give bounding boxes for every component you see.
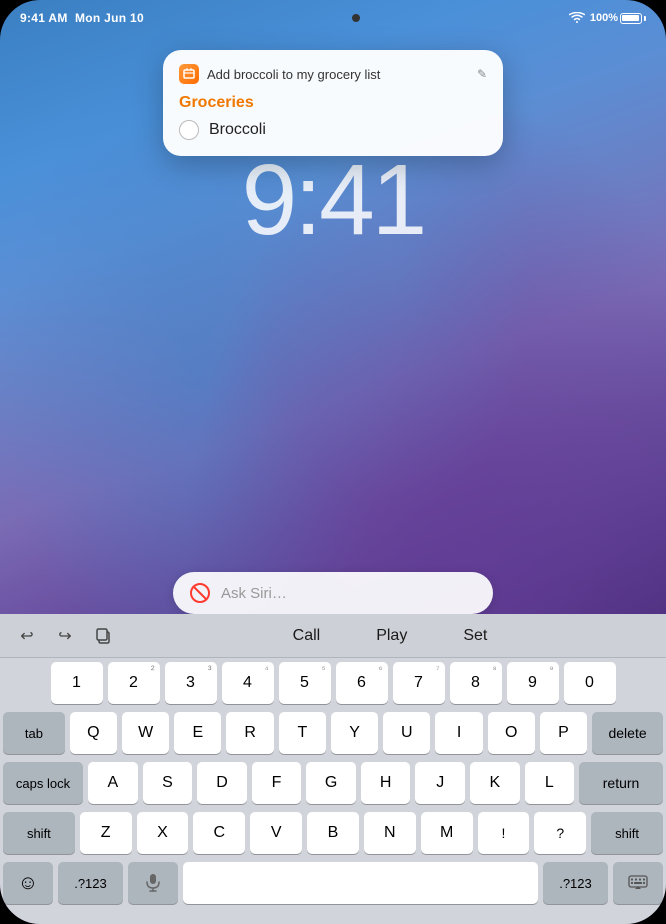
key-emoji[interactable]: ☺: [3, 862, 53, 904]
notification-card[interactable]: Add broccoli to my grocery list ✎ Grocer…: [163, 50, 503, 156]
number-row: 1 2² 3³ 4⁴ 5⁵ 6⁶ 7⁷: [3, 662, 663, 704]
keyboard-keys: 1 2² 3³ 4⁴ 5⁵ 6⁶ 7⁷: [0, 658, 666, 906]
zxcv-row: shift Z X C V B N M ! ? shift: [3, 812, 663, 854]
key-3[interactable]: 3³: [165, 662, 217, 704]
copy-button[interactable]: [88, 621, 118, 651]
key-o[interactable]: O: [488, 712, 535, 754]
key-delete[interactable]: delete: [592, 712, 663, 754]
notif-header-left: Add broccoli to my grocery list: [179, 64, 380, 84]
siri-bar-container[interactable]: Ask Siri…: [173, 572, 493, 614]
key-0[interactable]: 0: [564, 662, 616, 704]
key-a[interactable]: A: [88, 762, 138, 804]
qwerty-row: tab Q W E R T Y U I O P delete: [3, 712, 663, 754]
key-9[interactable]: 9⁹: [507, 662, 559, 704]
siri-placeholder: Ask Siri…: [221, 585, 287, 602]
siri-icon: [189, 582, 211, 604]
status-bar: 9:41 AM Mon Jun 10 100%: [0, 0, 666, 30]
key-p[interactable]: P: [540, 712, 587, 754]
key-l[interactable]: L: [525, 762, 575, 804]
key-t[interactable]: T: [279, 712, 326, 754]
key-1[interactable]: 1: [51, 662, 103, 704]
notif-item-name: Broccoli: [209, 121, 266, 139]
key-x[interactable]: X: [137, 812, 189, 854]
key-shift-right[interactable]: shift: [591, 812, 663, 854]
key-v[interactable]: V: [250, 812, 302, 854]
key-m[interactable]: M: [421, 812, 473, 854]
ipad-frame: 9:41 AM Mon Jun 10 100%: [0, 0, 666, 924]
key-q[interactable]: Q: [70, 712, 117, 754]
toolbar-call-button[interactable]: Call: [285, 623, 329, 649]
status-time: 9:41 AM Mon Jun 10: [20, 11, 144, 25]
battery-indicator: 100%: [590, 12, 646, 24]
key-f[interactable]: F: [252, 762, 302, 804]
key-return[interactable]: return: [579, 762, 663, 804]
key-s[interactable]: S: [143, 762, 193, 804]
key-keyboard[interactable]: [613, 862, 663, 904]
key-y[interactable]: Y: [331, 712, 378, 754]
notif-app-icon: [179, 64, 199, 84]
key-r[interactable]: R: [226, 712, 273, 754]
key-5[interactable]: 5⁵: [279, 662, 331, 704]
edit-icon[interactable]: ✎: [477, 67, 487, 81]
key-b[interactable]: B: [307, 812, 359, 854]
key-j[interactable]: J: [415, 762, 465, 804]
battery-tip: [644, 16, 646, 21]
key-7[interactable]: 7⁷: [393, 662, 445, 704]
asdf-row: caps lock A S D F G H J K L return: [3, 762, 663, 804]
key-mic[interactable]: [128, 862, 178, 904]
clock-display: 9:41: [0, 150, 666, 250]
toolbar-set-button[interactable]: Set: [455, 623, 495, 649]
siri-bar[interactable]: Ask Siri…: [173, 572, 493, 614]
front-camera: [352, 14, 360, 22]
key-question[interactable]: ?: [534, 812, 586, 854]
key-k[interactable]: K: [470, 762, 520, 804]
notif-list-name: Groceries: [179, 94, 487, 112]
key-u[interactable]: U: [383, 712, 430, 754]
key-space[interactable]: [183, 862, 538, 904]
key-z[interactable]: Z: [80, 812, 132, 854]
battery-percent: 100%: [590, 12, 618, 24]
notif-header: Add broccoli to my grocery list ✎: [179, 64, 487, 84]
key-i[interactable]: I: [435, 712, 482, 754]
key-n[interactable]: N: [364, 812, 416, 854]
key-c[interactable]: C: [193, 812, 245, 854]
key-g[interactable]: G: [306, 762, 356, 804]
key-numbers-right[interactable]: .?123: [543, 862, 608, 904]
undo-button[interactable]: ↩: [12, 621, 42, 651]
status-indicators: 100%: [569, 12, 646, 24]
key-4[interactable]: 4⁴: [222, 662, 274, 704]
key-e[interactable]: E: [174, 712, 221, 754]
notif-item-row: Broccoli: [179, 120, 487, 140]
toolbar-left: ↩ ↪: [12, 621, 118, 651]
key-numbers-left[interactable]: .?123: [58, 862, 123, 904]
keyboard-toolbar: ↩ ↪ Call Play Set: [0, 614, 666, 658]
key-6[interactable]: 6⁶: [336, 662, 388, 704]
toolbar-center: Call Play Set: [126, 623, 654, 649]
clock-time: 9:41: [0, 150, 666, 250]
key-8[interactable]: 8⁸: [450, 662, 502, 704]
notif-checkbox[interactable]: [179, 120, 199, 140]
key-shift-left[interactable]: shift: [3, 812, 75, 854]
key-h[interactable]: H: [361, 762, 411, 804]
key-tab[interactable]: tab: [3, 712, 65, 754]
battery-body: [620, 13, 642, 24]
key-d[interactable]: D: [197, 762, 247, 804]
toolbar-play-button[interactable]: Play: [368, 623, 415, 649]
battery-fill: [622, 15, 639, 21]
key-w[interactable]: W: [122, 712, 169, 754]
wifi-icon: [569, 12, 585, 24]
notif-title: Add broccoli to my grocery list: [207, 67, 380, 82]
key-2[interactable]: 2²: [108, 662, 160, 704]
key-capslock[interactable]: caps lock: [3, 762, 83, 804]
key-exclaim[interactable]: !: [478, 812, 530, 854]
bottom-row: ☺ .?123 .?123: [3, 862, 663, 904]
keyboard-area: ↩ ↪ Call Play Set 1: [0, 614, 666, 924]
redo-button[interactable]: ↪: [50, 621, 80, 651]
